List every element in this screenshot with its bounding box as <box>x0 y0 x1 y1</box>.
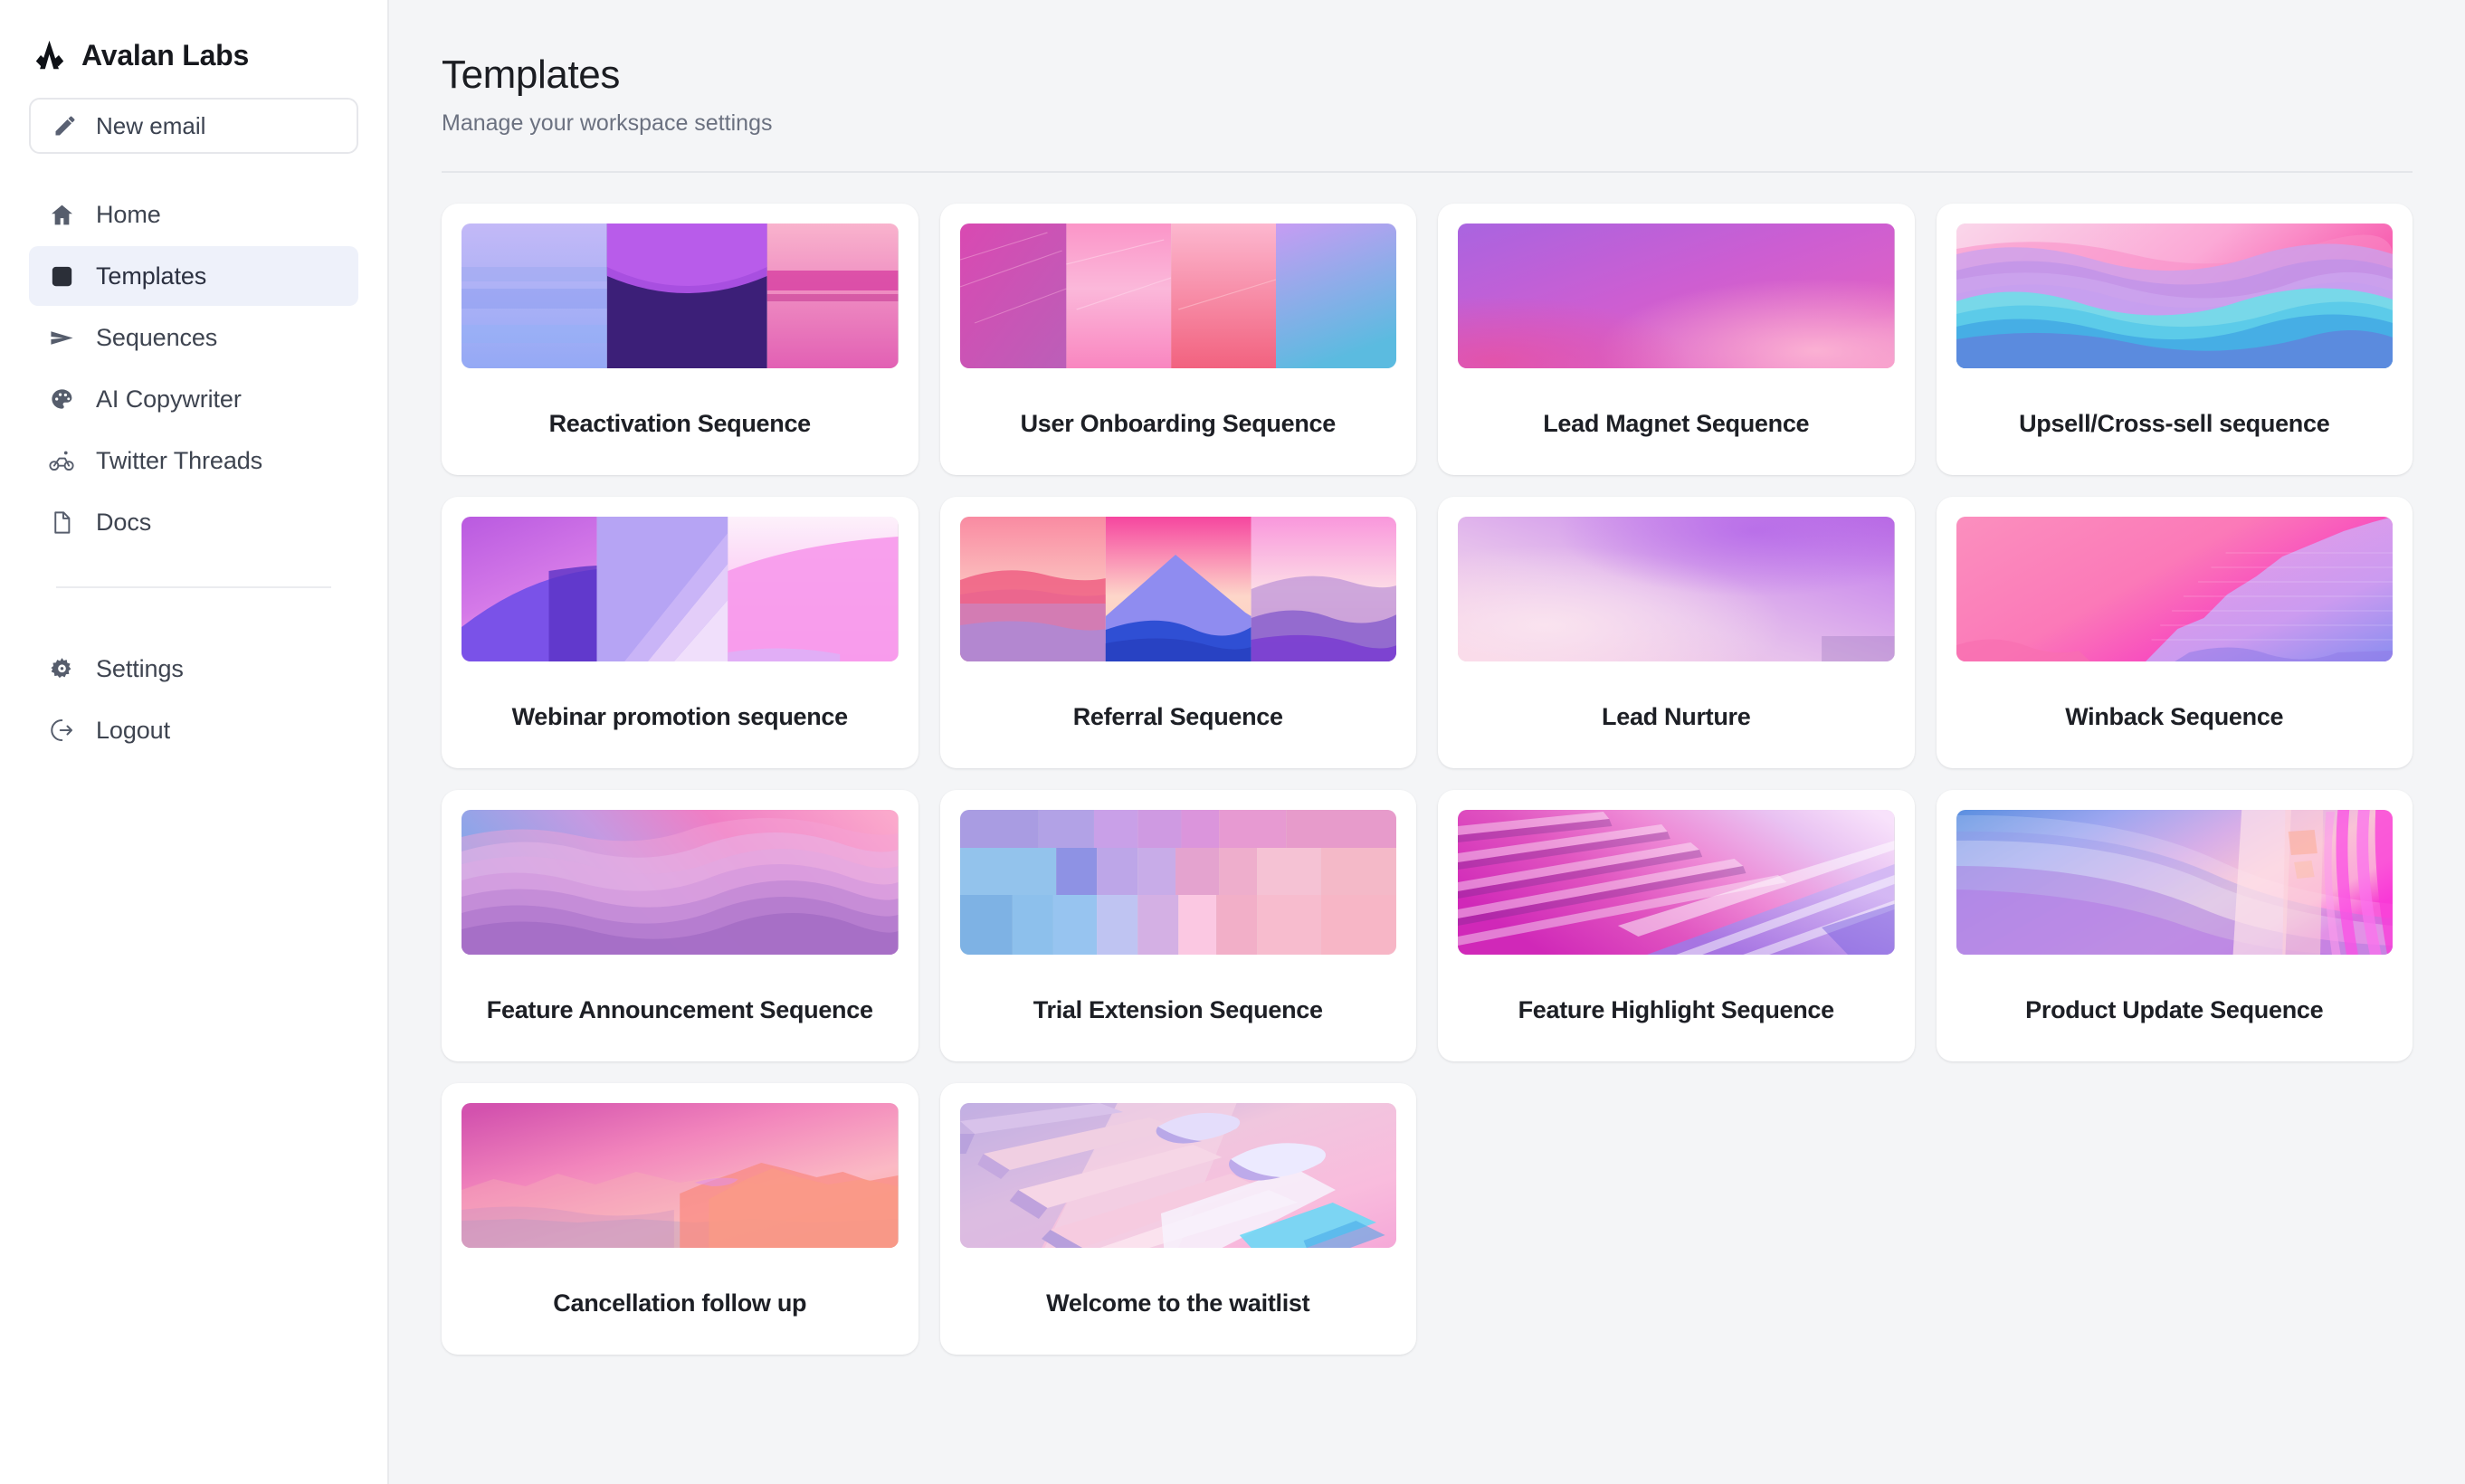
document-icon <box>47 508 76 537</box>
new-email-button[interactable]: New email <box>29 98 358 154</box>
sidebar-item-logout[interactable]: Logout <box>29 700 358 760</box>
templates-grid: Reactivation Sequence User Onboarding Se… <box>442 204 2413 1355</box>
sidebar-item-docs[interactable]: Docs <box>29 492 358 552</box>
template-card[interactable]: Lead Nurture <box>1438 497 1915 768</box>
home-icon <box>47 200 76 229</box>
template-card[interactable]: Feature Announcement Sequence <box>442 790 918 1061</box>
template-thumbnail <box>1956 810 2393 955</box>
template-card[interactable]: Lead Magnet Sequence <box>1438 204 1915 475</box>
sidebar-item-templates[interactable]: Templates <box>29 246 358 306</box>
template-label: Webinar promotion sequence <box>511 703 849 730</box>
template-card[interactable]: Winback Sequence <box>1936 497 2413 768</box>
sidebar-item-label: Settings <box>96 654 184 682</box>
template-card[interactable]: Referral Sequence <box>939 497 1416 768</box>
page-title: Templates <box>442 52 620 97</box>
template-thumbnail <box>959 810 1396 955</box>
template-label: Winback Sequence <box>2065 703 2284 730</box>
avalan-mark-icon <box>33 38 67 72</box>
sidebar-item-label: Twitter Threads <box>96 446 263 474</box>
sidebar-item-twitter-threads[interactable]: Twitter Threads <box>29 431 358 490</box>
template-card[interactable]: Welcome to the waitlist <box>939 1083 1416 1355</box>
template-thumbnail <box>1458 224 1895 368</box>
sidebar-item-label: Logout <box>96 716 170 744</box>
template-label: Reactivation Sequence <box>548 410 812 437</box>
template-card[interactable]: User Onboarding Sequence <box>939 204 1416 475</box>
template-thumbnail <box>959 224 1396 368</box>
template-card[interactable]: Reactivation Sequence <box>442 204 918 475</box>
bicycle-icon <box>47 446 76 475</box>
template-label: Product Update Sequence <box>2025 996 2324 1023</box>
template-label: Lead Nurture <box>1602 703 1751 730</box>
sidebar-item-label: Home <box>96 200 161 228</box>
sidebar-item-sequences[interactable]: Sequences <box>29 308 358 367</box>
sidebar-item-label: Docs <box>96 508 152 536</box>
page-subtitle: Manage your workspace settings <box>442 110 773 136</box>
secondary-nav: Settings Logout <box>29 639 358 760</box>
sidebar-divider <box>56 586 331 588</box>
template-thumbnail <box>959 517 1396 661</box>
sidebar-item-home[interactable]: Home <box>29 185 358 244</box>
primary-nav: Home Templates Sequences AI Copywriter T… <box>29 185 358 552</box>
template-label: Referral Sequence <box>1072 703 1283 730</box>
sidebar-item-label: AI Copywriter <box>96 385 242 413</box>
template-label: Cancellation follow up <box>553 1289 807 1317</box>
template-label: Feature Announcement Sequence <box>486 996 873 1023</box>
template-label: User Onboarding Sequence <box>1020 410 1337 437</box>
template-card[interactable]: Webinar promotion sequence <box>442 497 918 768</box>
gear-icon <box>47 654 76 683</box>
template-label: Trial Extension Sequence <box>1033 996 1323 1023</box>
template-thumbnail <box>1458 517 1895 661</box>
main-content: Templates Manage your workspace settings <box>389 0 2465 1484</box>
template-thumbnail <box>1956 517 2393 661</box>
header-divider <box>442 171 2413 173</box>
palette-icon <box>47 385 76 414</box>
send-icon <box>47 323 76 352</box>
sidebar-item-label: Templates <box>96 262 207 290</box>
template-thumbnail <box>1956 224 2393 368</box>
new-email-label: New email <box>96 111 206 139</box>
template-thumbnail <box>462 810 899 955</box>
template-label: Feature Highlight Sequence <box>1518 996 1835 1023</box>
sidebar: Avalan Labs New email Home Templates Seq… <box>0 0 389 1484</box>
template-label: Upsell/Cross-sell sequence <box>2019 410 2330 437</box>
template-label: Lead Magnet Sequence <box>1543 410 1810 437</box>
template-thumbnail <box>462 224 899 368</box>
template-thumbnail <box>462 517 899 661</box>
app-root: Avalan Labs New email Home Templates Seq… <box>0 0 2465 1484</box>
template-card[interactable]: Cancellation follow up <box>442 1083 918 1355</box>
template-label: Welcome to the waitlist <box>1046 1289 1310 1317</box>
template-card[interactable]: Upsell/Cross-sell sequence <box>1936 204 2413 475</box>
template-card[interactable]: Feature Highlight Sequence <box>1438 790 1915 1061</box>
pencil-icon <box>51 111 80 140</box>
sidebar-item-settings[interactable]: Settings <box>29 639 358 699</box>
sidebar-item-label: Sequences <box>96 323 218 351</box>
template-thumbnail <box>1458 810 1895 955</box>
template-card[interactable]: Trial Extension Sequence <box>939 790 1416 1061</box>
logout-icon <box>47 716 76 745</box>
sidebar-item-ai-copywriter[interactable]: AI Copywriter <box>29 369 358 429</box>
template-thumbnail <box>462 1103 899 1248</box>
brand-name: Avalan Labs <box>81 38 250 71</box>
template-thumbnail <box>959 1103 1396 1248</box>
square-icon <box>47 262 76 290</box>
template-card[interactable]: Product Update Sequence <box>1936 790 2413 1061</box>
brand: Avalan Labs <box>29 0 358 83</box>
